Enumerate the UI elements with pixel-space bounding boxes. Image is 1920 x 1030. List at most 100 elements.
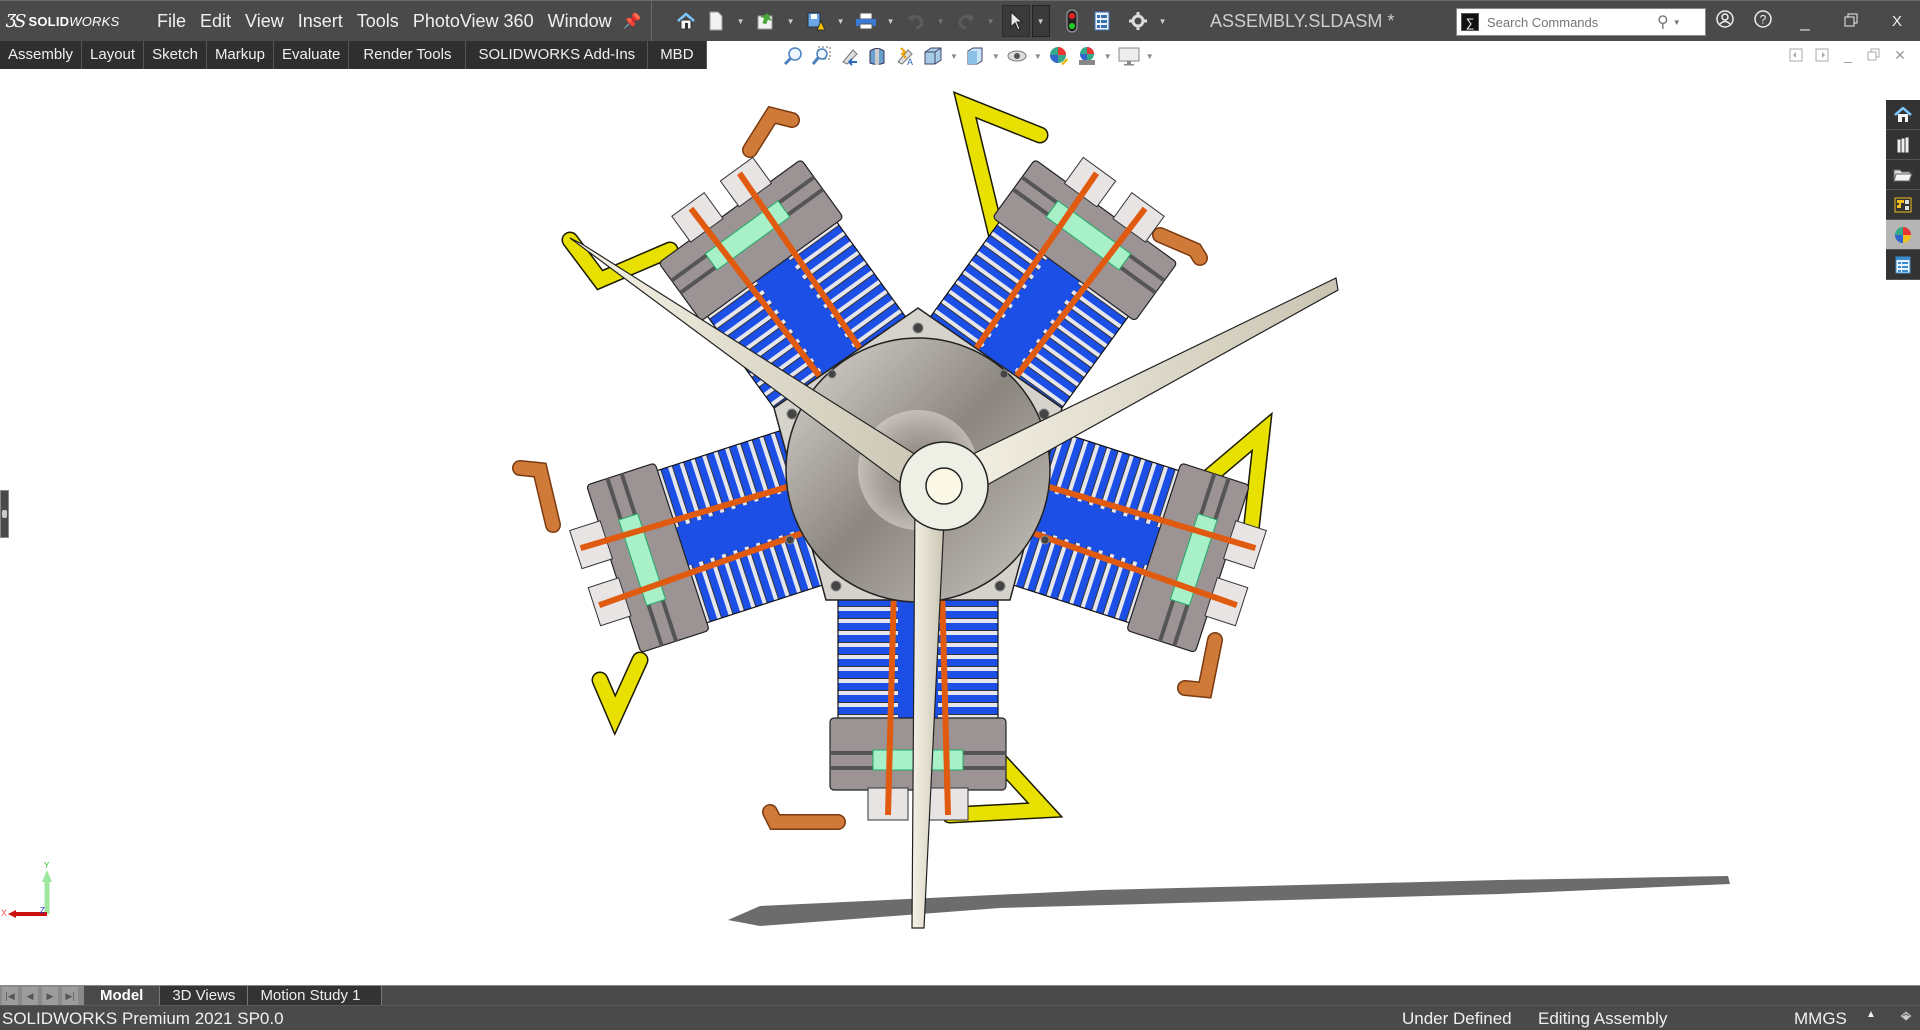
document-window-controls: _ ✕ xyxy=(1788,48,1908,64)
new-document-button[interactable] xyxy=(702,7,730,35)
tab-solidworks-addins[interactable]: SOLIDWORKS Add-Ins xyxy=(466,41,649,69)
zoom-to-area-button[interactable] xyxy=(810,45,832,67)
scroll-next-icon[interactable]: ▶ xyxy=(42,986,58,1005)
new-dropdown-arrow[interactable]: ▼ xyxy=(732,17,750,26)
select-cursor-icon xyxy=(1010,11,1023,31)
save-dropdown-arrow[interactable]: ▼ xyxy=(832,17,850,26)
quick-tips-icon[interactable] xyxy=(1898,1008,1914,1028)
previous-view-button[interactable] xyxy=(838,45,860,67)
svg-text:?: ? xyxy=(1760,13,1767,27)
tab-render-tools[interactable]: Render Tools xyxy=(349,41,467,69)
options-button[interactable] xyxy=(1124,7,1152,35)
feature-manager-expand-handle[interactable] xyxy=(0,490,9,538)
solidworks-logo[interactable]: ƷS SOLIDWORKS xyxy=(6,11,146,32)
menu-view[interactable]: View xyxy=(238,11,291,32)
print-button[interactable] xyxy=(852,7,880,35)
tab-3d-views[interactable]: 3D Views xyxy=(160,985,249,1006)
section-view-button[interactable] xyxy=(866,45,888,67)
document-restore-icon[interactable] xyxy=(1866,48,1882,64)
account-icon[interactable] xyxy=(1706,10,1744,33)
redo-dropdown-arrow[interactable]: ▼ xyxy=(982,17,1000,26)
redo-button[interactable] xyxy=(952,7,980,35)
help-icon[interactable]: ? xyxy=(1744,10,1782,33)
tab-model[interactable]: Model xyxy=(84,985,161,1006)
window-controls: ? _ X xyxy=(1706,1,1920,42)
menu-window[interactable]: Window xyxy=(541,11,619,32)
menu-edit[interactable]: Edit xyxy=(193,11,238,32)
print-dropdown-arrow[interactable]: ▼ xyxy=(882,17,900,26)
apply-scene-dropdown[interactable]: ▼ xyxy=(1104,52,1112,61)
hide-show-items-button[interactable] xyxy=(1006,45,1028,67)
restore-icon xyxy=(1844,13,1858,26)
hide-show-dropdown[interactable]: ▼ xyxy=(1034,52,1042,61)
options-dropdown-arrow[interactable]: ▼ xyxy=(1154,17,1172,26)
undo-dropdown-arrow[interactable]: ▼ xyxy=(932,17,950,26)
minimize-button[interactable]: _ xyxy=(1782,12,1828,32)
radial-engine-model[interactable] xyxy=(0,69,1920,985)
section-view-icon xyxy=(869,48,885,65)
save-button[interactable] xyxy=(802,7,830,35)
display-style-dropdown[interactable]: ▼ xyxy=(992,52,1000,61)
tab-evaluate[interactable]: Evaluate xyxy=(274,41,350,69)
search-dropdown-arrow[interactable]: ▼ xyxy=(1673,18,1681,27)
menu-photoview360[interactable]: PhotoView 360 xyxy=(406,11,541,32)
task-pane-view-palette[interactable] xyxy=(1886,190,1920,220)
close-button[interactable]: X xyxy=(1874,13,1920,30)
edit-appearance-button[interactable] xyxy=(1048,45,1070,67)
pin-menu-icon[interactable]: 📌 xyxy=(623,12,645,30)
unit-system-button[interactable]: MMGS xyxy=(1794,1009,1847,1029)
rebuild-button[interactable] xyxy=(1058,7,1086,35)
task-pane-solidworks-resources[interactable] xyxy=(1886,100,1920,130)
view-orientation-button[interactable] xyxy=(922,45,944,67)
tab-assembly[interactable]: Assembly xyxy=(0,41,83,69)
select-button[interactable] xyxy=(1001,5,1030,37)
tab-sketch[interactable]: Sketch xyxy=(144,41,207,69)
view-settings-button[interactable] xyxy=(1118,45,1140,67)
dynamic-annotation-views-button[interactable]: A xyxy=(894,45,916,67)
menu-file[interactable]: File xyxy=(150,11,193,32)
task-pane-custom-properties[interactable] xyxy=(1886,250,1920,280)
task-pane-file-explorer[interactable] xyxy=(1886,160,1920,190)
divider xyxy=(650,0,652,42)
open-dropdown-arrow[interactable]: ▼ xyxy=(782,17,800,26)
scroll-prev-icon[interactable]: ◀ xyxy=(22,986,38,1005)
scroll-last-icon[interactable]: ▶| xyxy=(62,986,78,1005)
undo-icon xyxy=(906,14,924,30)
view-orientation-icon xyxy=(924,47,942,65)
tab-markup[interactable]: Markup xyxy=(207,41,274,69)
home-button[interactable] xyxy=(672,7,700,35)
display-style-button[interactable] xyxy=(964,45,986,67)
task-pane-appearances[interactable] xyxy=(1886,220,1920,250)
home-icon xyxy=(1894,106,1912,122)
search-commands-input[interactable] xyxy=(1487,14,1657,30)
unit-system-arrow[interactable]: ▲ xyxy=(1866,1009,1876,1020)
open-button[interactable] xyxy=(752,7,780,35)
select-dropdown-arrow[interactable]: ▼ xyxy=(1031,5,1050,37)
tile-right-icon[interactable] xyxy=(1814,48,1830,64)
restore-button[interactable] xyxy=(1828,12,1874,32)
tile-left-icon[interactable] xyxy=(1788,48,1804,64)
search-commands-box[interactable]: ∑ ⚲ ▼ xyxy=(1456,8,1706,36)
tab-mbd[interactable]: MBD xyxy=(648,41,707,69)
document-minimize-icon[interactable]: _ xyxy=(1840,48,1856,64)
apply-scene-button[interactable] xyxy=(1076,45,1098,67)
triad-x-label: X xyxy=(1,908,7,918)
graphics-area[interactable] xyxy=(0,69,1920,985)
view-palette-icon xyxy=(1894,197,1912,212)
view-settings-dropdown[interactable]: ▼ xyxy=(1146,52,1154,61)
tab-motion-study-1[interactable]: Motion Study 1 xyxy=(248,985,382,1006)
document-title: ASSEMBLY.SLDASM * xyxy=(1210,11,1395,31)
quick-access-toolbar: ▼ ▼ ▼ ▼ ▼ ▼ ▼ ▼ xyxy=(672,5,1172,37)
task-pane-design-library[interactable] xyxy=(1886,130,1920,160)
tab-layout[interactable]: Layout xyxy=(82,41,145,69)
zoom-to-fit-button[interactable] xyxy=(782,45,804,67)
status-bar: SOLIDWORKS Premium 2021 SP0.0 Under Defi… xyxy=(0,1005,1920,1030)
document-close-icon[interactable]: ✕ xyxy=(1892,48,1908,64)
file-properties-button[interactable] xyxy=(1088,7,1116,35)
view-orientation-dropdown[interactable]: ▼ xyxy=(950,52,958,61)
undo-button[interactable] xyxy=(902,7,930,35)
search-icon[interactable]: ⚲ xyxy=(1657,12,1669,32)
scroll-first-icon[interactable]: |◀ xyxy=(2,986,18,1005)
menu-insert[interactable]: Insert xyxy=(291,11,350,32)
menu-tools[interactable]: Tools xyxy=(350,11,406,32)
